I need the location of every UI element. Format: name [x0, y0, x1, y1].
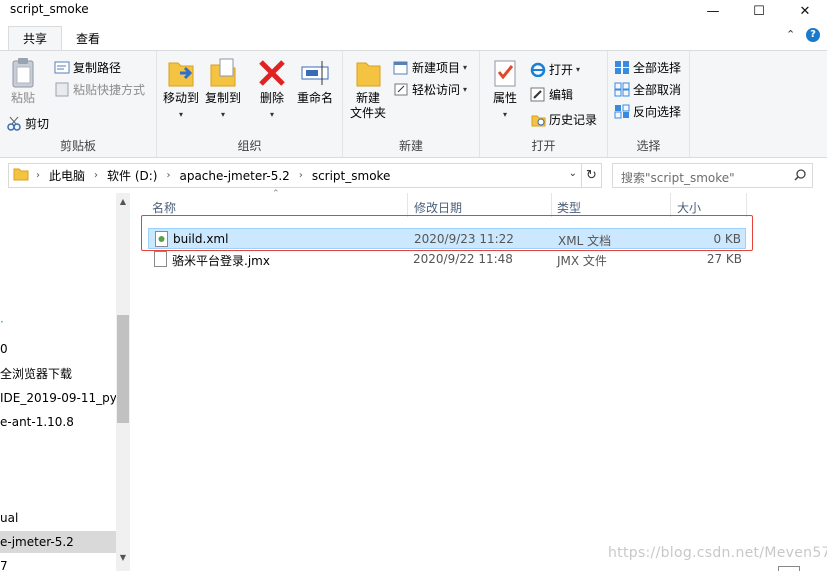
group-open: 属性 ▾ 打开 ▾ 编辑 历史记录 打开 — [480, 51, 608, 157]
new-folder-icon — [353, 57, 383, 89]
group-label-organize: 组织 — [237, 139, 262, 153]
delete-button[interactable]: 删除 ▾ — [255, 57, 289, 122]
open-button[interactable]: 打开 ▾ — [530, 61, 580, 78]
file-icon — [154, 251, 167, 267]
nav-scroll-thumb[interactable] — [117, 315, 129, 423]
group-label-select: 选择 — [636, 139, 661, 153]
group-label-open: 打开 — [531, 139, 556, 153]
column-divider[interactable] — [551, 193, 552, 217]
properties-icon — [490, 57, 520, 89]
close-button[interactable]: ✕ — [782, 0, 827, 22]
nav-fragment: · — [0, 315, 4, 329]
help-icon[interactable]: ? — [806, 28, 820, 42]
address-bar-row: › 此电脑 › 软件 (D:) › apache-jmeter-5.2 › sc… — [0, 163, 827, 189]
ribbon: 粘贴 复制路径 粘贴快捷方式 剪切 剪贴板 移动到 ▾ 复制到 ▾ 删除 ▾ 重… — [0, 50, 827, 158]
nav-item-ide[interactable]: IDE_2019-09-11_py3 — [0, 387, 116, 409]
copy-path-icon — [54, 60, 70, 75]
column-divider[interactable] — [407, 193, 408, 217]
tab-share[interactable]: 共享 — [8, 26, 63, 52]
details-view-icon[interactable] — [778, 566, 800, 571]
invert-selection-icon — [614, 104, 630, 119]
invert-selection-button[interactable]: 反向选择 — [614, 103, 681, 120]
new-item-button[interactable]: 新建项目 ▾ — [393, 59, 467, 76]
select-all-button[interactable]: 全部选择 — [614, 59, 681, 76]
select-all-icon — [614, 60, 630, 75]
copy-path-button[interactable]: 复制路径 — [54, 59, 121, 76]
move-to-icon — [166, 57, 196, 89]
scroll-up-icon[interactable]: ▲ — [116, 197, 130, 206]
breadcrumb-separator-icon[interactable]: › — [163, 170, 173, 181]
ie-icon — [530, 62, 546, 78]
cut-button[interactable]: 剪切 — [6, 115, 49, 132]
edit-button[interactable]: 编辑 — [530, 86, 573, 103]
column-divider[interactable] — [746, 193, 747, 217]
nav-fragment: 7 — [0, 559, 8, 571]
copy-to-icon — [208, 57, 238, 89]
group-label-new: 新建 — [398, 139, 423, 153]
paste-button[interactable]: 粘贴 — [6, 57, 40, 106]
breadcrumb-apache-jmeter[interactable]: apache-jmeter-5.2 — [173, 169, 295, 183]
window-title: script_smoke — [10, 2, 89, 16]
file-size: 27 KB — [706, 252, 742, 266]
address-bar[interactable]: › 此电脑 › 软件 (D:) › apache-jmeter-5.2 › sc… — [8, 163, 582, 188]
easy-access-icon — [393, 82, 409, 97]
minimize-button[interactable]: — — [690, 0, 736, 22]
nav-fragment: 0 — [0, 342, 8, 356]
breadcrumb-separator-icon[interactable]: › — [91, 170, 101, 181]
search-icon[interactable] — [794, 169, 806, 181]
group-label-clipboard: 剪贴板 — [59, 139, 96, 153]
easy-access-button[interactable]: 轻松访问 ▾ — [393, 81, 467, 98]
properties-button[interactable]: 属性 ▾ — [488, 57, 522, 122]
group-new: 新建 文件夹 新建项目 ▾ 轻松访问 ▾ 新建 — [343, 51, 480, 157]
history-icon — [530, 112, 546, 127]
new-item-icon — [393, 60, 409, 75]
title-bar: script_smoke — ☐ ✕ — [0, 0, 827, 22]
paste-shortcut-icon — [54, 82, 70, 97]
paste-shortcut-button[interactable]: 粘贴快捷方式 — [54, 81, 145, 98]
edit-icon — [530, 87, 546, 102]
folder-icon — [9, 167, 33, 184]
nav-item-ant[interactable]: e-ant-1.10.8 — [0, 411, 116, 433]
new-folder-button[interactable]: 新建 文件夹 — [347, 57, 389, 121]
scissors-icon — [6, 116, 22, 131]
nav-item-ual[interactable]: ual — [0, 507, 116, 529]
breadcrumb-this-pc[interactable]: 此电脑 — [43, 167, 91, 184]
select-none-icon — [614, 82, 630, 97]
breadcrumb-script-smoke[interactable]: script_smoke — [306, 169, 397, 183]
select-none-button[interactable]: 全部取消 — [614, 81, 681, 98]
breadcrumb-separator-icon[interactable]: › — [33, 170, 43, 181]
file-modified: 2020/9/22 11:48 — [413, 252, 513, 266]
chevron-down-icon[interactable]: ⌄ — [569, 168, 577, 179]
refresh-button[interactable]: ↻ — [582, 163, 602, 188]
file-type: JMX 文件 — [557, 254, 607, 268]
history-button[interactable]: 历史记录 — [530, 111, 597, 128]
file-name: 骆米平台登录.jmx — [172, 254, 270, 268]
clipboard-icon — [8, 57, 38, 89]
collapse-ribbon-icon[interactable]: ⌃ — [786, 28, 795, 41]
nav-item-browser-downloads[interactable]: 全浏览器下载 — [0, 363, 116, 385]
navigation-pane: · 0 全浏览器下载 IDE_2019-09-11_py3 e-ant-1.10… — [0, 193, 130, 571]
copy-to-button[interactable]: 复制到 ▾ — [203, 57, 243, 122]
breadcrumb-separator-icon[interactable]: › — [296, 170, 306, 181]
delete-x-icon — [257, 57, 287, 89]
search-input[interactable]: 搜索"script_smoke" — [612, 163, 813, 188]
table-row[interactable]: 骆米平台登录.jmx 2020/9/22 11:48 JMX 文件 27 KB — [148, 249, 746, 270]
maximize-button[interactable]: ☐ — [736, 0, 782, 22]
move-to-button[interactable]: 移动到 ▾ — [161, 57, 201, 122]
sort-up-icon: ⌃ — [272, 189, 280, 199]
search-placeholder: 搜索"script_smoke" — [621, 171, 735, 185]
watermark: https://blog.csdn.net/Meven57 — [608, 545, 827, 561]
rename-button[interactable]: 重命名 — [295, 57, 335, 106]
rename-icon — [300, 57, 330, 89]
column-divider[interactable] — [670, 193, 671, 217]
group-organize: 移动到 ▾ 复制到 ▾ 删除 ▾ 重命名 组织 — [157, 51, 343, 157]
nav-item-jmeter[interactable]: e-jmeter-5.2 — [0, 531, 116, 553]
scroll-down-icon[interactable]: ▼ — [116, 553, 130, 562]
ribbon-tabs: 共享 查看 ⌃ ? — [0, 22, 827, 52]
breadcrumb-drive-d[interactable]: 软件 (D:) — [101, 167, 163, 184]
group-select: 全部选择 全部取消 反向选择 选择 — [608, 51, 690, 157]
tab-view[interactable]: 查看 — [70, 28, 106, 49]
group-clipboard: 粘贴 复制路径 粘贴快捷方式 剪切 剪贴板 — [0, 51, 157, 157]
annotation-highlight-box — [141, 215, 753, 251]
